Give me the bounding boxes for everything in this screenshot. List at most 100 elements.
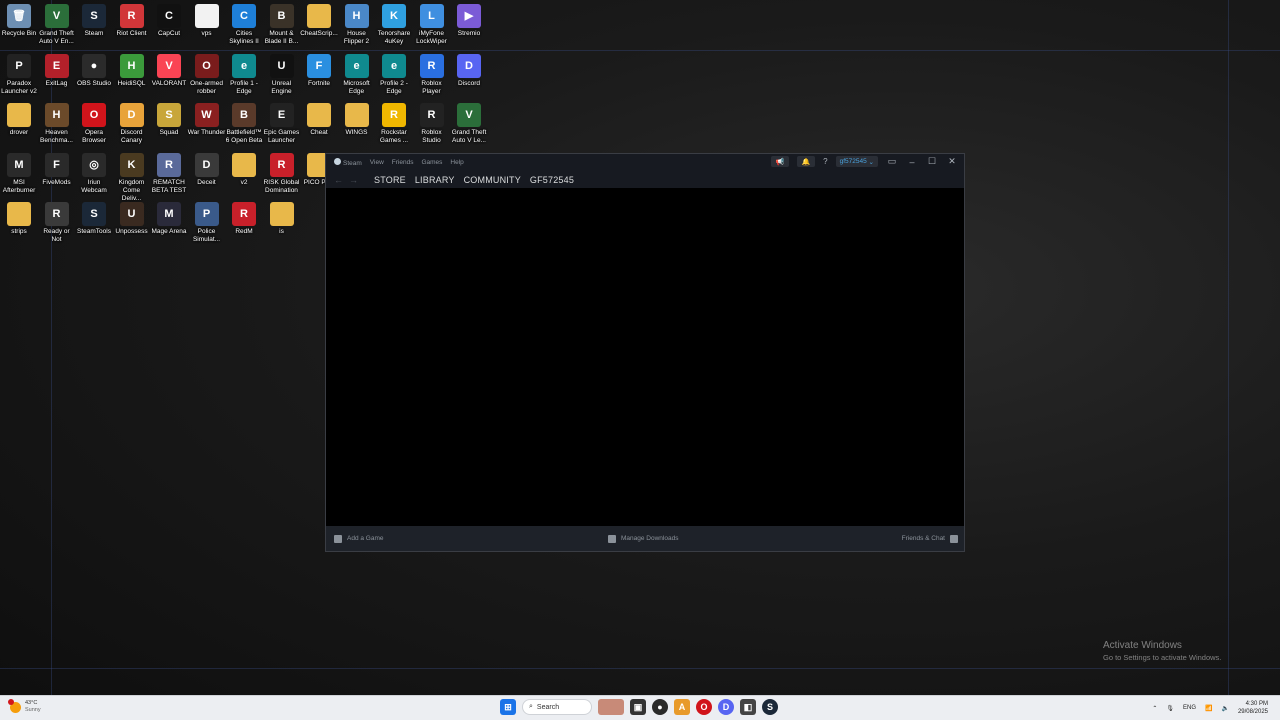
desktop-icon[interactable]: F Fortnite <box>300 53 338 88</box>
desktop-icon[interactable]: F FiveMods <box>38 152 76 187</box>
steam-window[interactable]: Steam View Friends Games Help 📢 🔔 ? gf57… <box>325 153 965 552</box>
menu-friends[interactable]: Friends <box>392 159 414 166</box>
windows-start-icon[interactable]: ⊞ <box>500 699 516 715</box>
help-icon[interactable]: ? <box>823 157 827 166</box>
discord-icon[interactable]: D <box>718 699 734 715</box>
app-icon: S <box>82 4 106 28</box>
desktop-icon-label: Fortnite <box>307 79 331 87</box>
tab-profile[interactable]: GF572545 <box>530 175 574 185</box>
manage-downloads-button[interactable]: Manage Downloads <box>608 534 678 543</box>
desktop-icon[interactable]: V Grand Theft Auto V Le... <box>450 103 488 145</box>
tab-store[interactable]: STORE <box>374 175 406 185</box>
desktop-icon[interactable]: O One-armed robber <box>188 53 226 96</box>
tab-community[interactable]: COMMUNITY <box>464 175 521 185</box>
desktop-icon[interactable]: e Profile 2 - Edge <box>375 53 413 96</box>
steam-taskbar-icon[interactable]: S <box>762 699 778 715</box>
desktop-icon[interactable]: drover <box>0 103 38 137</box>
desktop-icon[interactable]: O Opera Browser <box>75 103 113 145</box>
desktop-icon[interactable]: B Mount & Blade II B... <box>263 4 301 46</box>
menu-games[interactable]: Games <box>421 159 442 166</box>
opera-icon[interactable]: O <box>696 699 712 715</box>
desktop-icon[interactable]: LiMyFone LockWiper <box>413 4 451 46</box>
steam-menu-app[interactable]: Steam <box>334 158 362 167</box>
friends-chat-button[interactable]: Friends & Chat <box>902 534 958 543</box>
volume-icon[interactable]: 🔈 <box>1221 705 1228 712</box>
clock[interactable]: 4:30 PM 29/08/2025 <box>1238 700 1268 716</box>
microphone-icon[interactable]: 🎙 <box>1166 705 1174 712</box>
desktop-icon[interactable]: P Paradox Launcher v2 <box>0 53 38 96</box>
desktop-icon[interactable]: C CapCut <box>150 4 188 38</box>
desktop-icon[interactable]: K Kingdom Come Deliv... <box>113 152 151 203</box>
desktop-icon[interactable]: B Battlefield™ 6 Open Beta <box>225 103 263 145</box>
desktop-icon[interactable]: M Mage Arena <box>150 202 188 236</box>
desktop-icon[interactable]: W War Thunder <box>188 103 226 137</box>
weather-widget[interactable]: 43°C Sunny <box>8 698 41 714</box>
desktop-icon[interactable]: e Microsoft Edge <box>338 53 376 96</box>
desktop-icon[interactable]: S Squad <box>150 103 188 137</box>
app-window-icon[interactable]: ◧ <box>740 699 756 715</box>
desktop-icon[interactable]: R Roblox Studio <box>413 103 451 145</box>
game-app-icon[interactable]: ● <box>652 699 668 715</box>
desktop-icon[interactable]: R REMATCH BETA TEST <box>150 152 188 195</box>
desktop-icon[interactable]: R Ready or Not <box>38 202 76 244</box>
taskbar-search[interactable]: ⌕ Search <box>522 699 592 715</box>
back-arrow-icon[interactable]: ← <box>334 175 343 185</box>
forward-arrow-icon[interactable]: → <box>349 175 358 185</box>
desktop-icon[interactable]: P Police Simulat... <box>188 202 226 244</box>
desktop-icon[interactable]: U Unpossess <box>113 202 151 236</box>
desktop-icon[interactable]: ● OBS Studio <box>75 53 113 88</box>
desktop-icon[interactable]: V Grand Theft Auto V En... <box>38 4 76 46</box>
desktop-icon[interactable]: e Profile 1 - Edge <box>225 53 263 96</box>
desktop-icon[interactable]: vps <box>188 4 226 38</box>
close-icon[interactable]: ✕ <box>946 156 958 167</box>
desktop-icon[interactable]: V VALORANT <box>150 53 188 88</box>
app-a-icon[interactable]: A <box>674 699 690 715</box>
desktop-icon[interactable]: R Riot Client <box>113 4 151 38</box>
desktop-icon[interactable]: K Tenorshare 4uKey <box>375 4 413 46</box>
desktop-icon[interactable]: Cheat <box>300 103 338 137</box>
desktop-icon-label: Recycle Bin <box>1 30 37 37</box>
wifi-icon[interactable]: 📶 <box>1205 705 1212 712</box>
desktop-icon[interactable]: U Unreal Engine <box>263 53 301 96</box>
desktop-icon[interactable]: R RISK Global Domination <box>263 152 301 195</box>
search-highlight-icon[interactable] <box>598 699 624 715</box>
desktop-icon[interactable]: CheatScrip... <box>300 4 338 38</box>
tab-library[interactable]: LIBRARY <box>415 175 455 185</box>
desktop-icon[interactable]: H Heaven Benchma... <box>38 103 76 145</box>
menu-help[interactable]: Help <box>450 159 463 166</box>
desktop-icon[interactable]: 🗑 Recycle Bin <box>0 4 38 38</box>
task-view-icon[interactable]: ▣ <box>630 699 646 715</box>
desktop-icon[interactable]: is <box>263 202 301 236</box>
steam-titlebar[interactable]: Steam View Friends Games Help 📢 🔔 ? gf57… <box>326 154 964 171</box>
desktop-icon[interactable]: ◎ Iriun Webcam <box>75 152 113 195</box>
account-menu-button[interactable]: gf572545 ⌄ <box>835 156 878 167</box>
desktop-icon[interactable]: E Epic Games Launcher <box>263 103 301 145</box>
notification-bell-icon[interactable]: 🔔 <box>797 156 816 167</box>
menu-view[interactable]: View <box>370 159 384 166</box>
desktop-icon[interactable]: WINGS <box>338 103 376 137</box>
desktop-icon[interactable]: D Deceit <box>188 152 226 187</box>
desktop-icon[interactable]: E ExitLag <box>38 53 76 88</box>
desktop-icon[interactable]: ▶ Stremio <box>450 4 488 38</box>
desktop-icon[interactable]: D Discord <box>450 53 488 88</box>
desktop-icon[interactable]: M MSI Afterburner <box>0 152 38 195</box>
desktop-icon[interactable]: H House Flipper 2 <box>338 4 376 46</box>
broadcast-icon[interactable]: 📢 <box>771 156 790 167</box>
desktop-icon[interactable]: H HeidiSQL <box>113 53 151 88</box>
desktop-icon[interactable]: S Steam <box>75 4 113 38</box>
desktop-icon[interactable]: R RedM <box>225 202 263 236</box>
desktop-icon[interactable]: strips <box>0 202 38 236</box>
maximize-icon[interactable]: ☐ <box>926 156 938 167</box>
desktop-icon[interactable]: C Cities Skylines II <box>225 4 263 46</box>
chevron-up-icon[interactable]: ⌃ <box>1152 705 1157 712</box>
desktop-icon[interactable]: D Discord Canary <box>113 103 151 145</box>
language-indicator[interactable]: ENG <box>1183 705 1196 711</box>
add-game-button[interactable]: Add a Game <box>334 534 384 543</box>
desktop-icon[interactable]: S SteamTools <box>75 202 113 236</box>
big-picture-icon[interactable]: ▭ <box>886 156 898 167</box>
minimize-icon[interactable]: – <box>906 157 918 167</box>
desktop-icon[interactable]: R Roblox Player <box>413 53 451 96</box>
desktop-icon[interactable]: v2 <box>225 152 263 187</box>
desktop-icon[interactable]: R Rockstar Games ... <box>375 103 413 145</box>
desktop-icon-label: Riot Client <box>116 30 147 37</box>
